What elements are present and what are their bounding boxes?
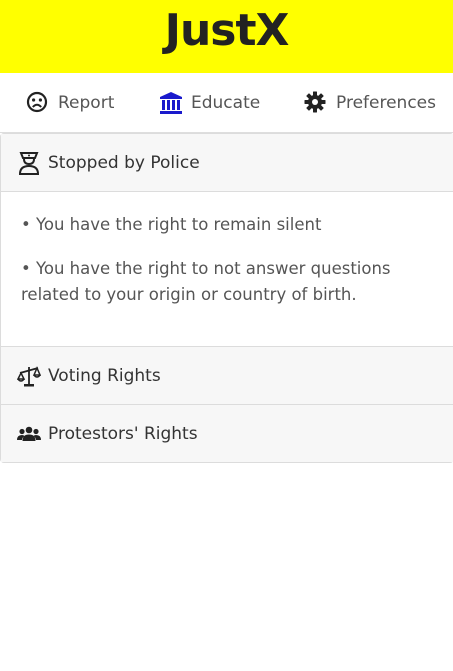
rights-accordion: Stopped by Police • You have the right t… — [0, 133, 453, 463]
section-protestors-header[interactable]: Protestors' Rights — [1, 405, 453, 462]
right-item: • You have the right to not answer quest… — [21, 259, 391, 304]
section-police-body: • You have the right to remain silent • … — [1, 191, 453, 346]
section-police-title: Stopped by Police — [48, 152, 200, 173]
section-voting: Voting Rights — [1, 347, 453, 405]
tab-report[interactable]: Report — [26, 91, 114, 115]
balance-scale-icon — [17, 364, 41, 388]
tab-preferences-label: Preferences — [336, 93, 436, 113]
police-officer-icon — [17, 151, 41, 175]
tab-preferences[interactable]: Preferences — [304, 91, 436, 115]
section-protestors-title: Protestors' Rights — [48, 423, 198, 444]
section-voting-header[interactable]: Voting Rights — [1, 347, 453, 404]
section-police: Stopped by Police • You have the right t… — [1, 134, 453, 347]
tab-bar: Report Educate Preferences — [0, 73, 453, 133]
tab-educate-label: Educate — [191, 93, 261, 113]
section-protestors: Protestors' Rights — [1, 405, 453, 462]
tab-educate[interactable]: Educate — [159, 91, 260, 115]
section-police-header[interactable]: Stopped by Police — [1, 134, 453, 191]
gear-icon — [304, 91, 328, 115]
frown-face-icon — [26, 91, 50, 115]
right-item: • You have the right to remain silent — [21, 215, 322, 234]
tab-report-label: Report — [58, 93, 115, 113]
app-header: JustX — [0, 0, 453, 73]
section-voting-title: Voting Rights — [48, 365, 161, 386]
bank-icon — [159, 91, 183, 115]
app-title: JustX — [164, 5, 290, 56]
users-icon — [17, 422, 41, 446]
